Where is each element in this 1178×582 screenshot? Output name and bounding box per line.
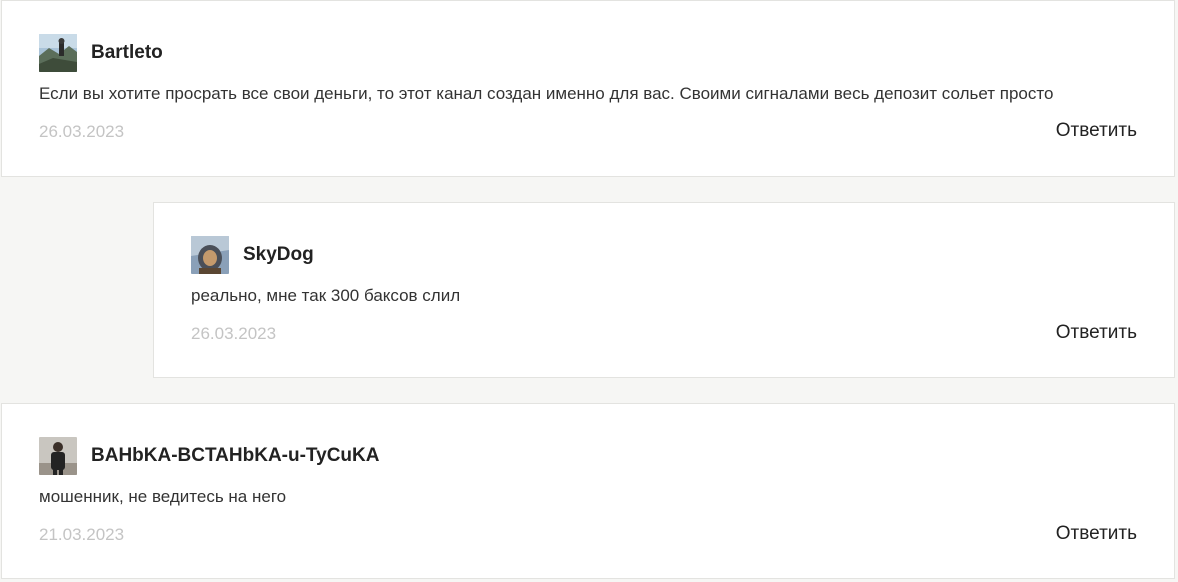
comment-text: реально, мне так 300 баксов слил	[191, 286, 461, 305]
comment-date: 26.03.2023	[191, 324, 277, 343]
comment-author: SkyDog	[243, 244, 314, 265]
user-avatar-icon[interactable]	[39, 437, 77, 475]
comment-author: BAHbKA-BCTAHbKA-u-TyCuKA	[91, 445, 380, 466]
comment-header: Bartleto	[39, 34, 163, 72]
comment-date: 26.03.2023	[39, 122, 125, 141]
comment-text: мошенник, не ведитесь на него	[39, 487, 287, 506]
user-avatar-icon[interactable]	[39, 34, 77, 72]
reply-button[interactable]: Ответить	[1056, 523, 1137, 545]
comment-header: SkyDog	[191, 236, 314, 274]
comment-date: 21.03.2023	[39, 525, 125, 544]
comment-card-reply: SkyDog реально, мне так 300 баксов слил …	[153, 202, 1175, 378]
comment-author: Bartleto	[91, 42, 163, 63]
comment-header: BAHbKA-BCTAHbKA-u-TyCuKA	[39, 437, 379, 475]
reply-button[interactable]: Ответить	[1056, 120, 1137, 142]
comment-text: Если вы хотите просрать все свои деньги,…	[39, 84, 1054, 103]
comment-card: Bartleto Если вы хотите просрать все сво…	[1, 0, 1175, 177]
user-avatar-icon[interactable]	[191, 236, 229, 274]
reply-button[interactable]: Ответить	[1056, 322, 1137, 344]
comment-card: BAHbKA-BCTAHbKA-u-TyCuKA мошенник, не ве…	[1, 403, 1175, 579]
